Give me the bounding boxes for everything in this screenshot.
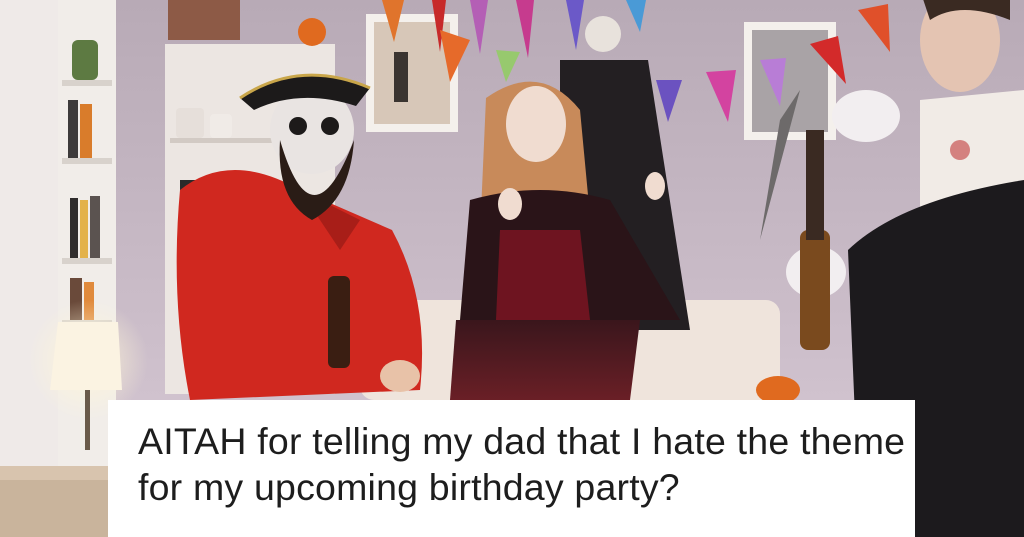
pumpkin: [298, 18, 326, 46]
left-wall: [0, 0, 60, 537]
caption-box: AITAH for telling my dad that I hate the…: [108, 400, 915, 537]
photo-scene: AITAH for telling my dad that I hate the…: [0, 0, 1024, 537]
headline-text: AITAH for telling my dad that I hate the…: [138, 420, 906, 508]
